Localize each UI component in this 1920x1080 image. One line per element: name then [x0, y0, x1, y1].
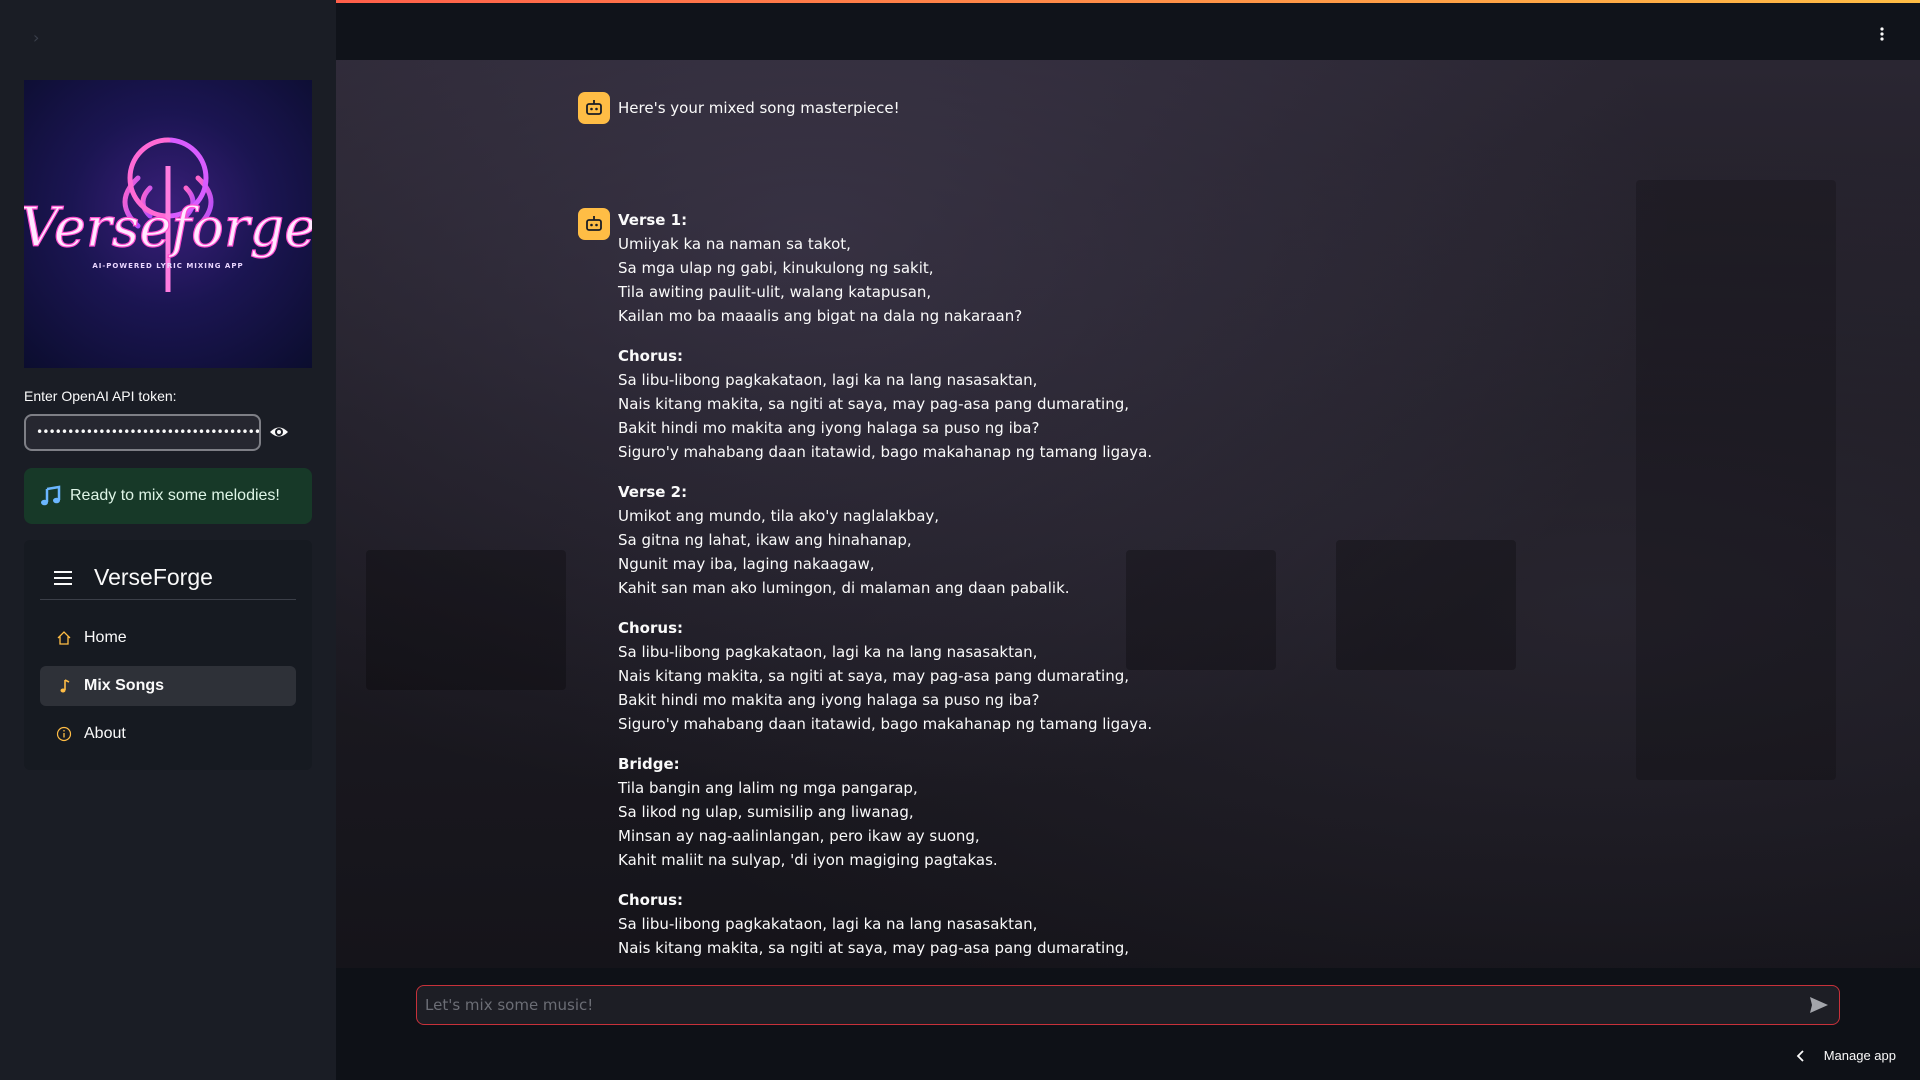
info-icon	[56, 726, 72, 742]
lyric-line: Nais kitang makita, sa ngiti at saya, ma…	[618, 939, 1130, 957]
lyric-line: Sa likod ng ulap, sumisilip ang liwanag,	[618, 803, 914, 821]
menu-header: VerseForge	[40, 556, 296, 600]
lyric-line: Siguro'y mahabang daan itatawid, bago ma…	[618, 715, 1153, 733]
lyric-line: Sa mga ulap ng gabi, kinukulong ng sakit…	[618, 259, 934, 277]
app-logo: Verseforge AI-POWERED LYRIC MIXING APP	[24, 80, 312, 368]
status-text: Ready to mix some melodies!	[70, 487, 280, 504]
nav-item-label: Mix Songs	[84, 677, 165, 694]
background-studio-decor	[1336, 540, 1516, 670]
hamburger-icon	[54, 570, 72, 585]
lyric-section-heading: Chorus:	[618, 347, 683, 365]
lyric-line: Sa libu-libong pagkakataon, lagi ka na l…	[618, 915, 1038, 933]
music-note-icon	[41, 485, 61, 506]
lyric-section: Verse 1: Umiiyak ka na naman sa takot, Sa …	[618, 208, 1318, 328]
chevron-left-icon	[1796, 1049, 1804, 1062]
lyric-section-heading: Chorus:	[618, 891, 683, 909]
nav-item-about[interactable]: About	[40, 714, 296, 754]
lyric-section-heading: Chorus:	[618, 619, 683, 637]
menu-title: VerseForge	[94, 564, 213, 590]
background-studio-decor	[366, 550, 566, 690]
lyric-section-heading: Bridge:	[618, 755, 680, 773]
lyric-line: Bakit hindi mo makita ang iyong halaga s…	[618, 419, 1040, 437]
lyric-section-heading: Verse 1:	[618, 211, 688, 229]
lyric-line: Ngunit may iba, laging nakaagaw,	[618, 555, 875, 573]
music-note-icon	[60, 679, 70, 693]
nav-item-mix-songs[interactable]: Mix Songs	[40, 666, 296, 706]
collapse-sidebar-icon[interactable]: ›	[33, 30, 49, 46]
nav-item-home[interactable]: Home	[40, 618, 296, 658]
chat-input-box[interactable]	[416, 985, 1840, 1025]
sidebar: › Verseforge AI-POWERED LYRIC MIXING APP	[0, 0, 336, 1080]
lyric-line: Minsan ay nag-aalinlangan, pero ikaw ay …	[618, 827, 980, 845]
token-label: Enter OpenAI API token:	[24, 388, 177, 404]
message-text: Here's your mixed song masterpiece!	[618, 99, 900, 117]
manage-app-label: Manage app	[1823, 1048, 1896, 1063]
eye-icon[interactable]	[269, 423, 289, 441]
nav-item-label: About	[84, 725, 126, 742]
api-token-input[interactable]: ••••••••••••••••••••••••••••••••••••••••…	[24, 414, 261, 451]
lyric-section: Chorus: Sa libu-libong pagkakataon, lagi …	[618, 888, 1318, 960]
song-lyrics: Verse 1: Umiiyak ka na naman sa takot, Sa …	[618, 208, 1318, 976]
lyric-line: Kailan mo ba maaalis ang bigat na dala n…	[618, 307, 1023, 325]
manage-app-button[interactable]: Manage app	[1796, 1048, 1896, 1063]
lyric-line: Tila awiting paulit-ulit, walang katapus…	[618, 283, 932, 301]
lyric-line: Umikot ang mundo, tila ako'y naglalakbay…	[618, 507, 940, 525]
lyric-section: Chorus: Sa libu-libong pagkakataon, lagi …	[618, 344, 1318, 464]
lyric-section: Chorus: Sa libu-libong pagkakataon, lagi …	[618, 616, 1318, 736]
lyric-section-heading: Verse 2:	[618, 483, 688, 501]
home-icon	[57, 631, 71, 645]
assistant-avatar	[578, 92, 610, 124]
lyric-line: Nais kitang makita, sa ngiti at saya, ma…	[618, 395, 1130, 413]
lyric-line: Kahit maliit na sulyap, 'di iyon magigin…	[618, 851, 998, 869]
bot-icon	[586, 100, 602, 115]
lyric-line: Bakit hindi mo makita ang iyong halaga s…	[618, 691, 1040, 709]
option-menu: VerseForge Home Mix Songs About	[24, 540, 312, 770]
lyric-section: Verse 2: Umikot ang mundo, tila ako'y nag…	[618, 480, 1318, 600]
lyric-line: Siguro'y mahabang daan itatawid, bago ma…	[618, 443, 1153, 461]
nav-item-label: Home	[84, 629, 127, 646]
lyric-line: Sa libu-libong pagkakataon, lagi ka na l…	[618, 371, 1038, 389]
kebab-menu-icon[interactable]	[1880, 27, 1884, 41]
lyric-line: Sa gitna ng lahat, ikaw ang hinahanap,	[618, 531, 912, 549]
lyric-line: Sa libu-libong pagkakataon, lagi ka na l…	[618, 643, 1038, 661]
lyric-line: Umiiyak ka na naman sa takot,	[618, 235, 851, 253]
lyric-line: Tila bangin ang lalim ng mga pangarap,	[618, 779, 918, 797]
app-header	[336, 3, 1920, 60]
background-studio-decor	[1636, 180, 1836, 780]
lyric-line: Kahit san man ako lumingon, di malaman a…	[618, 579, 1070, 597]
lyric-section: Bridge: Tila bangin ang lalim ng mga pang…	[618, 752, 1318, 872]
send-icon[interactable]	[1809, 996, 1829, 1014]
bot-icon	[586, 216, 602, 231]
logo-tagline: AI-POWERED LYRIC MIXING APP	[92, 262, 243, 270]
status-message: Ready to mix some melodies!	[24, 468, 312, 524]
lyric-line: Nais kitang makita, sa ngiti at saya, ma…	[618, 667, 1130, 685]
logo-wordmark: Verseforge	[24, 196, 312, 259]
chat-input[interactable]	[425, 986, 1785, 1024]
assistant-avatar	[578, 208, 610, 240]
